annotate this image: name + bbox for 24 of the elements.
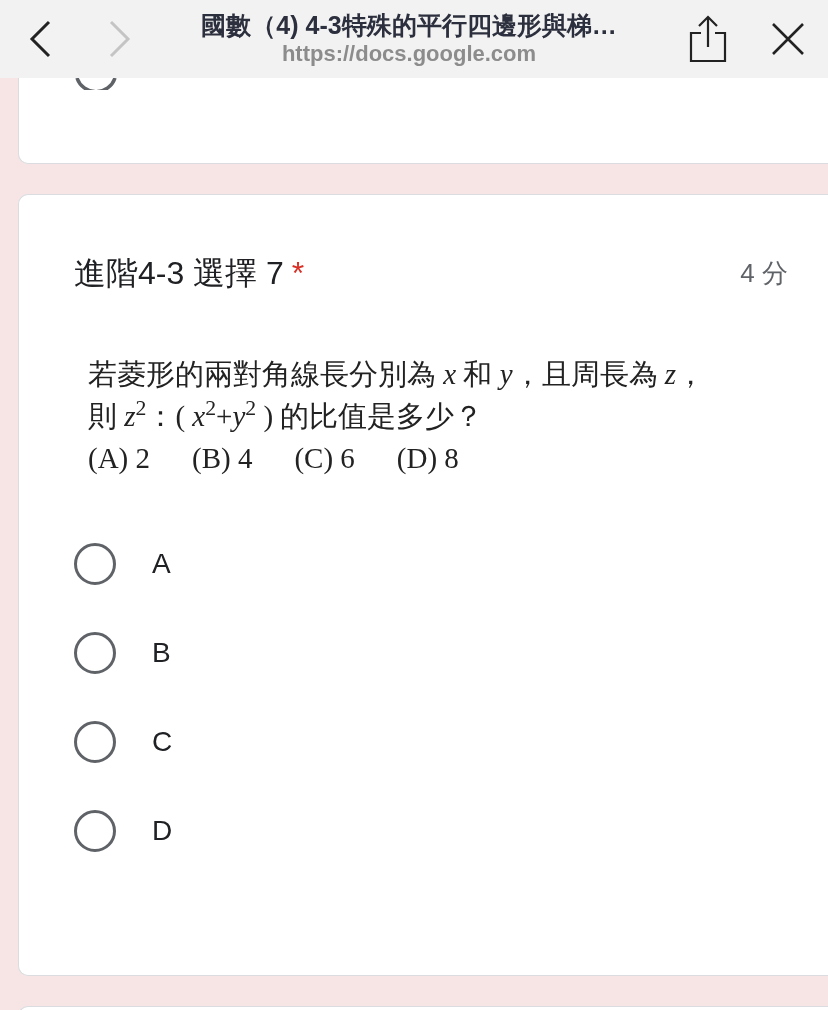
back-icon <box>29 20 51 58</box>
option-label[interactable]: A <box>152 542 171 585</box>
option-label[interactable]: D <box>152 809 173 852</box>
radio-button[interactable] <box>74 720 116 763</box>
forward-icon <box>109 20 131 58</box>
choice-text: (A) 2 <box>88 441 150 476</box>
url-text: https://docs.google.com <box>281 40 537 68</box>
radio-button[interactable] <box>74 809 116 852</box>
radio-edge-icon <box>74 78 118 90</box>
share-icon <box>689 15 727 63</box>
required-mark: * <box>291 255 305 291</box>
option-label[interactable]: C <box>152 720 173 763</box>
question-text: 若菱形的兩對角線長分別為 x 和 y，且周長為 z， <box>88 357 706 392</box>
option-label[interactable]: B <box>152 631 171 674</box>
page-title: 國數（4) 4-3特殊的平行四邊形與梯… <box>201 10 617 40</box>
question-title-text: 進階4-3 選擇 7 <box>74 255 284 291</box>
choice-text: (D) 8 <box>396 441 459 476</box>
points-label: 4 分 <box>740 256 788 290</box>
radio-button[interactable] <box>74 542 116 585</box>
close-icon <box>771 22 805 56</box>
choice-text: (C) 6 <box>294 441 355 476</box>
choice-text: (B) 4 <box>192 441 253 476</box>
question-text: 則 z$^{2}$：( x$^{2}$+y$^{2}$ ) 的比值是多少？ <box>88 395 484 434</box>
radio-button[interactable] <box>74 631 116 674</box>
